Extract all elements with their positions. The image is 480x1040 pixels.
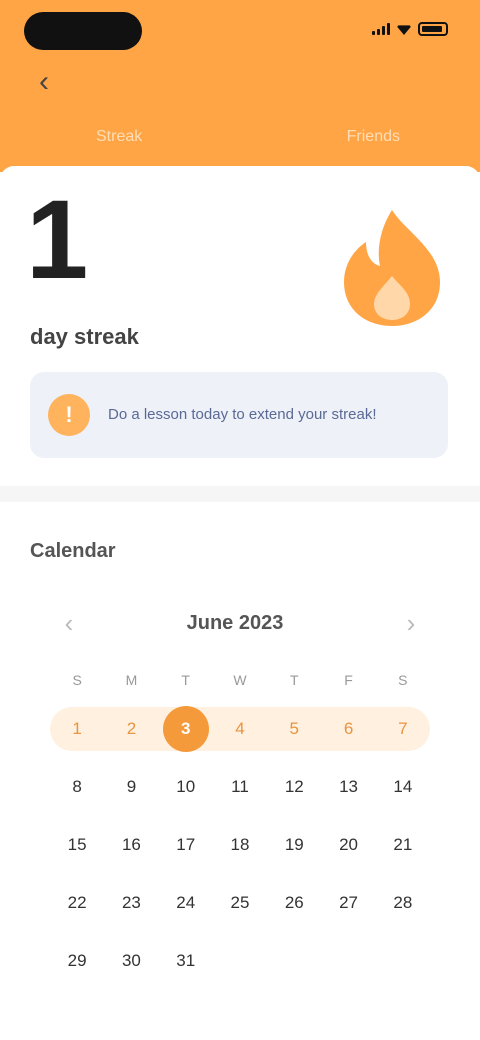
calendar-day[interactable]: 1 bbox=[50, 707, 105, 751]
calendar-day-number: 19 bbox=[284, 835, 304, 854]
calendar-day[interactable]: 15 bbox=[50, 816, 104, 874]
calendar-day[interactable]: 7 bbox=[375, 707, 430, 751]
section-divider bbox=[0, 486, 480, 502]
calendar-day-number: 27 bbox=[339, 893, 359, 912]
status-pill bbox=[24, 12, 142, 50]
chevron-right-icon: › bbox=[406, 608, 416, 638]
calendar-day[interactable]: 10 bbox=[159, 758, 213, 816]
calendar-day-number: 30 bbox=[121, 951, 141, 970]
calendar-day[interactable]: 14 bbox=[376, 758, 430, 816]
streak-label: day streak bbox=[30, 324, 139, 349]
weekday-label: W bbox=[233, 672, 247, 688]
calendar-day[interactable]: 13 bbox=[321, 758, 375, 816]
streak-card: 1 day streak ! Do a lesson today to exte… bbox=[0, 166, 480, 486]
calendar-empty-cell bbox=[321, 932, 375, 990]
calendar-day-number: 4 bbox=[235, 719, 245, 738]
calendar-day[interactable]: 30 bbox=[104, 932, 158, 990]
calendar-empty-cell bbox=[376, 932, 430, 990]
weekday-header: SMTWTFS bbox=[50, 672, 430, 688]
calendar-grid: 1 2 3 4 5 6 7 8 9 10 11 12 13 14 15 16 17 18 19 20 21 22 23 24 2… bbox=[50, 700, 430, 990]
info-text: Do a lesson today to extend your streak! bbox=[108, 406, 377, 423]
weekday-label: M bbox=[125, 672, 138, 688]
calendar-day[interactable]: 20 bbox=[321, 816, 375, 874]
calendar-day[interactable]: 18 bbox=[213, 816, 267, 874]
calendar-day-number: 3 bbox=[180, 719, 191, 738]
calendar-day[interactable]: 11 bbox=[213, 758, 267, 816]
calendar-day-number: 11 bbox=[231, 777, 249, 796]
calendar-day[interactable]: 27 bbox=[321, 874, 375, 932]
chevron-left-icon: ‹ bbox=[39, 65, 49, 98]
flame-icon bbox=[344, 210, 440, 326]
calendar-day[interactable]: 8 bbox=[50, 758, 104, 816]
calendar-day-number: 13 bbox=[339, 777, 359, 796]
calendar-day[interactable]: 12 bbox=[267, 758, 321, 816]
calendar-day-number: 12 bbox=[284, 777, 304, 796]
calendar-title: Calendar bbox=[30, 540, 116, 562]
calendar-day[interactable]: 19 bbox=[267, 816, 321, 874]
calendar-day[interactable]: 26 bbox=[267, 874, 321, 932]
calendar-day[interactable]: 25 bbox=[213, 874, 267, 932]
calendar-day[interactable]: 3 bbox=[158, 706, 213, 752]
calendar-day-number: 20 bbox=[339, 835, 359, 854]
calendar-day-number: 5 bbox=[289, 719, 300, 738]
calendar-day-number: 26 bbox=[284, 893, 304, 912]
calendar-day[interactable]: 21 bbox=[376, 816, 430, 874]
battery-icon bbox=[418, 22, 448, 36]
info-box: ! Do a lesson today to extend your strea… bbox=[30, 372, 448, 458]
calendar-day-number: 31 bbox=[176, 951, 196, 970]
status-icons bbox=[372, 20, 448, 38]
weekday-label: S bbox=[72, 672, 82, 688]
calendar-day-number: 17 bbox=[176, 835, 196, 854]
weekday-label: T bbox=[290, 672, 299, 688]
calendar-day-number: 2 bbox=[126, 719, 137, 738]
streak-count: 1 bbox=[26, 177, 89, 302]
wifi-icon bbox=[396, 25, 412, 35]
calendar-day-number: 21 bbox=[393, 835, 413, 854]
calendar-day[interactable]: 31 bbox=[159, 932, 213, 990]
weekday-label: F bbox=[344, 672, 353, 688]
signal-icon bbox=[372, 23, 390, 35]
tab-friends[interactable]: Friends bbox=[347, 128, 400, 156]
header-tabs: Streak Friends bbox=[0, 128, 480, 156]
weekday-label: T bbox=[181, 672, 190, 688]
header: ‹ Streak Friends bbox=[0, 0, 480, 172]
tab-streak[interactable]: Streak bbox=[96, 128, 142, 156]
calendar-day[interactable]: 29 bbox=[50, 932, 104, 990]
calendar-day-number: 24 bbox=[176, 893, 196, 912]
calendar-day-number: 22 bbox=[67, 893, 87, 912]
calendar-day[interactable]: 2 bbox=[104, 707, 159, 751]
calendar-day-number: 6 bbox=[343, 719, 354, 738]
calendar-day[interactable]: 6 bbox=[321, 707, 376, 751]
calendar-day-number: 23 bbox=[121, 893, 141, 912]
calendar-day[interactable]: 9 bbox=[104, 758, 158, 816]
back-button[interactable]: ‹ bbox=[26, 64, 62, 100]
calendar-day-number: 16 bbox=[121, 835, 141, 854]
calendar-day-number: 18 bbox=[230, 835, 250, 854]
weekday-label: S bbox=[398, 672, 408, 688]
next-month-button[interactable]: › bbox=[396, 608, 426, 638]
calendar-day[interactable]: 17 bbox=[159, 816, 213, 874]
calendar-day[interactable]: 16 bbox=[104, 816, 158, 874]
calendar-day[interactable]: 5 bbox=[267, 707, 322, 751]
calendar-day-number: 29 bbox=[67, 951, 87, 970]
calendar-day[interactable]: 23 bbox=[104, 874, 158, 932]
calendar-empty-cell bbox=[213, 932, 267, 990]
calendar-day-number: 15 bbox=[67, 835, 87, 854]
calendar-day-number: 1 bbox=[72, 719, 82, 738]
calendar-day-number: 8 bbox=[72, 777, 82, 796]
calendar-day[interactable]: 22 bbox=[50, 874, 104, 932]
calendar-day[interactable]: 28 bbox=[376, 874, 430, 932]
calendar-day[interactable]: 4 bbox=[212, 707, 268, 751]
calendar-empty-cell bbox=[267, 932, 321, 990]
calendar-day-number: 7 bbox=[398, 719, 408, 738]
calendar-day[interactable]: 24 bbox=[159, 874, 213, 932]
calendar: Calendar ‹ June 2023 › SMTWTFS 123456789… bbox=[0, 502, 480, 1028]
calendar-day-number: 25 bbox=[230, 893, 250, 912]
calendar-day-number: 28 bbox=[393, 893, 413, 912]
calendar-day-number: 9 bbox=[126, 777, 137, 796]
calendar-day-number: 14 bbox=[393, 777, 413, 796]
calendar-day-number: 10 bbox=[176, 777, 196, 796]
info-icon: ! bbox=[48, 394, 90, 436]
